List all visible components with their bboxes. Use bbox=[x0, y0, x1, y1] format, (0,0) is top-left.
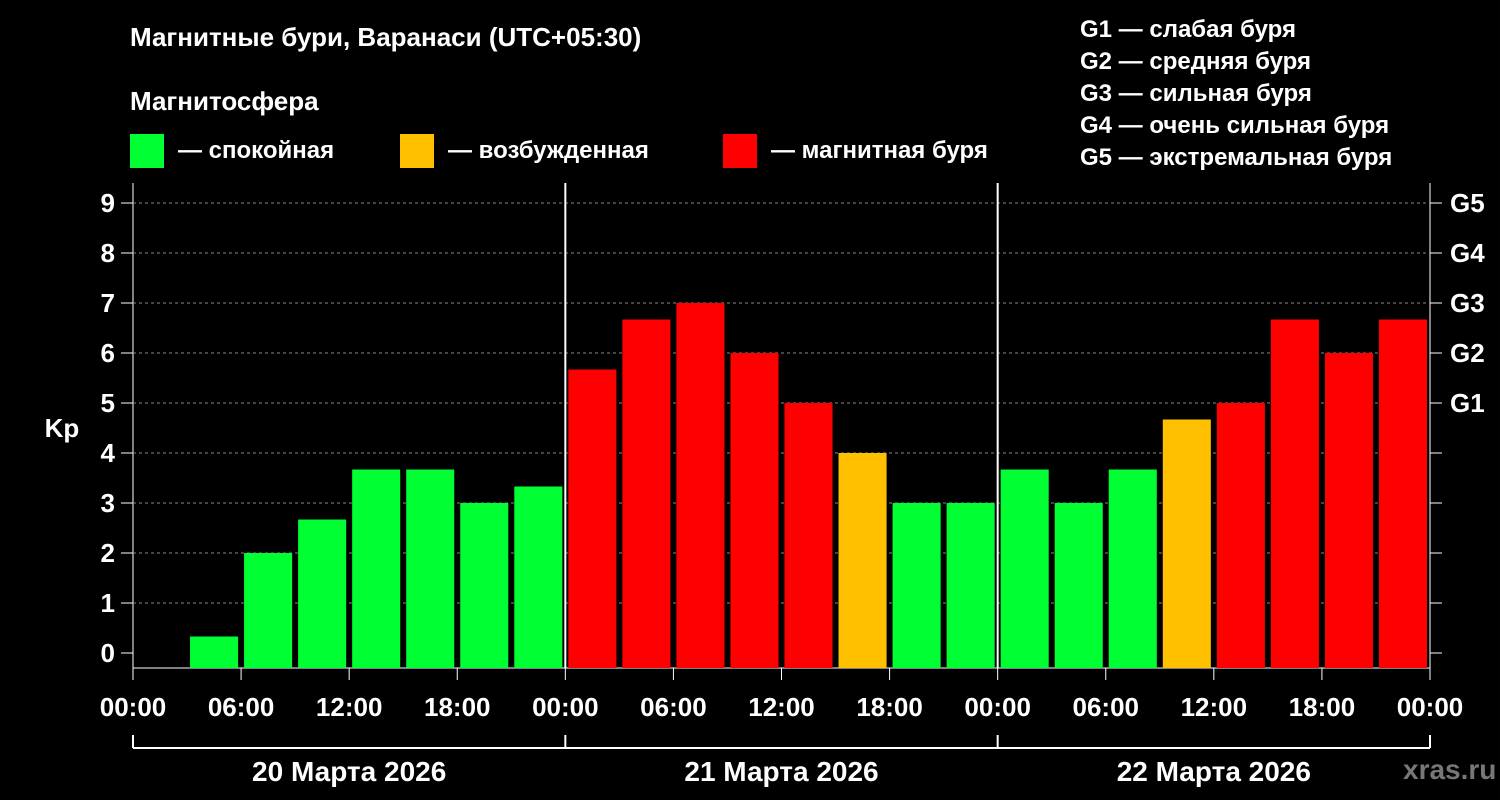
y-tick-label: 9 bbox=[101, 188, 115, 218]
kp-bar bbox=[1054, 503, 1103, 668]
y-tick-label: 7 bbox=[101, 288, 115, 318]
kp-bar bbox=[730, 353, 779, 668]
y-tick-label: 8 bbox=[101, 238, 115, 268]
x-tick-label: 12:00 bbox=[1181, 692, 1248, 722]
kp-bar bbox=[1378, 319, 1427, 668]
x-tick-label: 00:00 bbox=[1397, 692, 1464, 722]
kp-bar bbox=[190, 636, 239, 668]
day-label: 22 Марта 2026 bbox=[1117, 756, 1311, 787]
g-scale-label: G4 bbox=[1450, 238, 1485, 268]
x-tick-label: 12:00 bbox=[316, 692, 383, 722]
watermark: xras.ru bbox=[1403, 754, 1497, 785]
x-tick-label: 06:00 bbox=[208, 692, 275, 722]
kp-bar bbox=[838, 453, 887, 668]
kp-bar bbox=[1216, 403, 1265, 668]
kp-chart: 0 1 2 3 4 5 6 7 8 9 G1 G2 G3 G4 G5 Kp 00:00 06:00 12:00 18:… bbox=[45, 183, 1485, 787]
x-tick-label: 00:00 bbox=[100, 692, 167, 722]
x-tick-label: 12:00 bbox=[748, 692, 815, 722]
y-tick-label: 3 bbox=[101, 488, 115, 518]
kp-bar bbox=[784, 403, 833, 668]
kp-bar bbox=[622, 319, 671, 668]
x-tick-label: 18:00 bbox=[1289, 692, 1356, 722]
kp-bar bbox=[676, 303, 725, 668]
x-tick-label: 06:00 bbox=[1073, 692, 1140, 722]
kp-bar bbox=[244, 553, 293, 668]
y-tick-label: 4 bbox=[101, 438, 116, 468]
x-tick-label: 06:00 bbox=[640, 692, 707, 722]
x-tick-label: 00:00 bbox=[532, 692, 599, 722]
kp-bar bbox=[298, 519, 347, 668]
kp-bar bbox=[946, 503, 995, 668]
kp-bar bbox=[1324, 353, 1373, 668]
kp-bar bbox=[460, 503, 509, 668]
g-scale-label: G1 bbox=[1450, 388, 1485, 418]
g-scale-label: G3 bbox=[1450, 288, 1485, 318]
x-tick-label: 18:00 bbox=[424, 692, 491, 722]
y-tick-label: 0 bbox=[101, 638, 115, 668]
g-scale-label: G2 bbox=[1450, 338, 1485, 368]
day-label: 21 Марта 2026 bbox=[684, 756, 878, 787]
kp-bar bbox=[568, 369, 617, 668]
kp-bar bbox=[1162, 419, 1211, 668]
kp-bar bbox=[892, 503, 941, 668]
kp-bar bbox=[406, 469, 455, 668]
y-tick-label: 1 bbox=[101, 588, 115, 618]
day-label: 20 Марта 2026 bbox=[252, 756, 446, 787]
x-tick-label: 18:00 bbox=[856, 692, 923, 722]
g-scale-label: G5 bbox=[1450, 188, 1485, 218]
y-tick-label: 2 bbox=[101, 538, 115, 568]
kp-bar bbox=[1108, 469, 1157, 668]
y-axis-label: Kp bbox=[45, 413, 80, 443]
y-tick-label: 5 bbox=[101, 388, 115, 418]
x-tick-label: 00:00 bbox=[964, 692, 1031, 722]
kp-bar bbox=[1270, 319, 1319, 668]
kp-bar bbox=[1000, 469, 1049, 668]
kp-bar bbox=[352, 469, 401, 668]
kp-bar bbox=[514, 486, 563, 668]
y-tick-label: 6 bbox=[101, 338, 115, 368]
